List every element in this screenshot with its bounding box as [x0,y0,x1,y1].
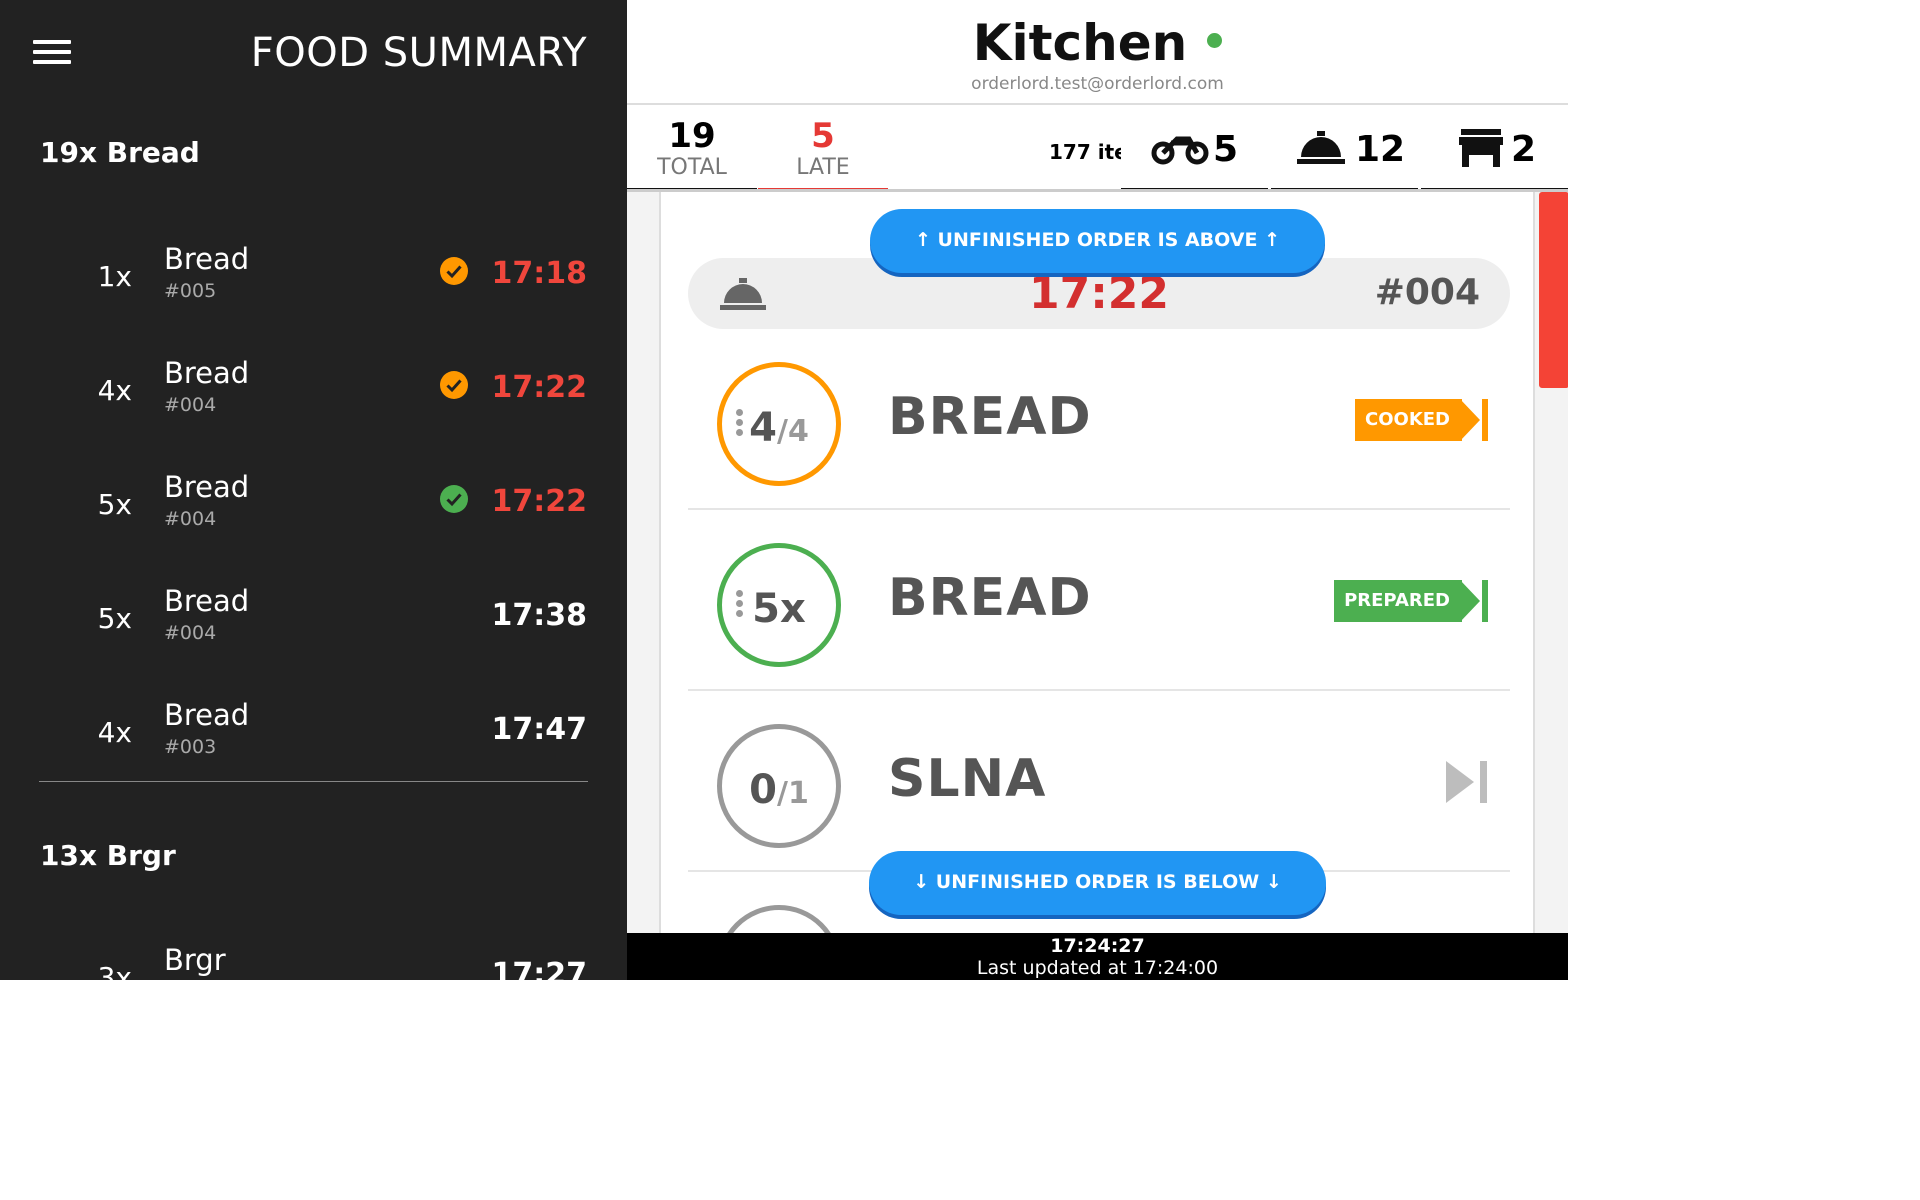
takeaway-count: 2 [1511,129,1537,170]
stats-bar: 19 TOTAL 5 LATE 177 items 5 [627,103,1568,193]
item-progress-circle[interactable] [717,905,841,933]
item-count-total: /4 [777,414,809,449]
next-status-icon [1460,580,1488,622]
status-badge[interactable]: COOKED [1350,399,1490,441]
list-item[interactable]: 5x Bread #004 17:22 [0,460,627,570]
hamburger-menu-icon[interactable] [33,38,71,66]
kitchen-title-text: Kitchen [972,14,1188,72]
item-count: 5x [752,586,806,632]
late-count: 5 [811,116,835,156]
filter-delivery[interactable]: 5 [1121,105,1268,193]
tab-total[interactable]: 19 TOTAL [627,105,757,193]
list-item[interactable]: 4x Bread #004 17:22 [0,346,627,456]
current-time: 17:24:27 [1050,935,1145,957]
motorcycle-icon [1151,136,1209,165]
cloche-icon [1297,131,1345,164]
item-count: 4 [749,405,777,451]
delivery-count: 5 [1213,129,1239,170]
item-time: 17:27 [491,957,588,980]
order-card: 17:22 #004 4/4 BREAD COOKED 5x BREAD PRE… [659,192,1535,933]
status-footer: 17:24:27 Last updated at 17:24:00 [627,933,1568,980]
group-heading: 19x Bread [40,136,200,169]
unfinished-order-above-button[interactable]: ↑ UNFINISHED ORDER IS ABOVE ↑ [870,209,1325,273]
kitchen-panel: Kitchen orderlord.test@orderlord.com 19 … [627,0,1568,980]
item-time: 17:38 [491,598,588,633]
item-name: Bread [164,242,250,276]
check-circle-icon [440,485,468,513]
total-count: 19 [668,116,716,156]
item-quantity: 4x [97,374,132,407]
status-label: COOKED [1355,399,1462,441]
item-quantity: 4x [97,716,132,749]
order-id: #005 [164,280,217,302]
check-circle-icon [440,257,468,285]
item-count-total: /1 [777,776,809,811]
unfinished-order-below-button[interactable]: ↓ UNFINISHED ORDER IS BELOW ↓ [869,851,1326,915]
food-summary-panel: FOOD SUMMARY 19x Bread 1x Bread #005 17:… [0,0,627,980]
item-name: SLNA [888,749,1047,809]
item-progress-circle[interactable]: 4/4 [717,362,841,486]
item-name: BREAD [888,387,1092,447]
item-quantity: 1x [97,260,132,293]
group-divider [39,781,588,782]
total-label: TOTAL [657,155,727,180]
items-count: 177 items [1049,140,1121,164]
last-updated-text: Last updated at 17:24:00 [976,957,1219,979]
list-item[interactable]: 3x Brgr 17:27 [0,933,627,980]
order-item-row[interactable]: 0/1 SLNA [688,691,1510,872]
order-id: #004 [164,508,217,530]
dine-in-count: 12 [1355,129,1406,170]
status-badge[interactable]: PREPARED [1330,580,1490,622]
filter-dine-in[interactable]: 12 [1271,105,1418,193]
order-number: #004 [1374,272,1480,313]
account-email: orderlord.test@orderlord.com [971,74,1224,94]
item-name: BREAD [888,568,1092,628]
page-title: Kitchen [627,14,1568,72]
scrollbar-thumb[interactable] [1539,192,1568,388]
item-name: Bread [164,356,250,390]
tab-late[interactable]: 5 LATE [758,105,888,193]
orders-area: 17:22 #004 4/4 BREAD COOKED 5x BREAD PRE… [627,192,1568,933]
order-item-row[interactable]: 5x BREAD PREPARED [688,510,1510,691]
order-id: #003 [164,736,217,758]
item-time: 17:18 [491,256,588,291]
skip-next-icon [1446,761,1487,803]
panel-title: FOOD SUMMARY [250,30,587,76]
filter-takeaway[interactable]: 2 [1421,105,1568,193]
item-quantity: 3x [97,961,132,980]
status-label: PREPARED [1334,580,1462,622]
group-heading: 13x Brgr [40,839,176,872]
item-quantity: 5x [97,488,132,521]
item-name: Brgr [164,943,226,977]
item-progress-circle[interactable]: 0/1 [717,724,841,848]
order-id: #004 [164,622,217,644]
order-id: #004 [164,394,217,416]
check-circle-icon [440,371,468,399]
list-item[interactable]: 5x Bread #004 17:38 [0,574,627,684]
list-item[interactable]: 1x Bread #005 17:18 [0,232,627,342]
store-icon [1459,129,1503,167]
item-time: 17:22 [491,370,588,405]
item-name: Bread [164,470,250,504]
item-count: 0 [749,767,777,813]
order-item-row[interactable]: 4/4 BREAD COOKED [688,329,1510,510]
late-label: LATE [796,155,850,180]
skip-button[interactable] [1442,761,1490,803]
item-progress-circle[interactable]: 5x [717,543,841,667]
item-time: 17:22 [491,484,588,519]
item-name: Bread [164,584,250,618]
next-status-icon [1460,399,1488,441]
item-quantity: 5x [97,602,132,635]
item-name: Bread [164,698,250,732]
status-dot-icon [1207,33,1223,48]
item-time: 17:47 [491,712,588,747]
